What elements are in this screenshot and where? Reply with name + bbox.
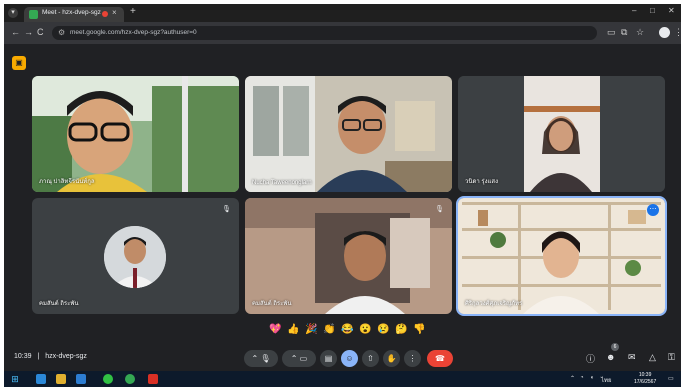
reaction-heart[interactable]: 💖	[269, 324, 281, 336]
camera-button[interactable]: ⌃ ▭	[282, 350, 316, 367]
screen: ▾ Meet - hzx-dvep-sgz × + – □ ✕ ← → C ⚙ …	[4, 4, 681, 387]
tab-close-icon[interactable]: ×	[112, 8, 117, 17]
clock-time: 10:39	[638, 372, 652, 378]
meeting-separator: |	[37, 353, 40, 360]
notifications-icon[interactable]: ▭	[668, 375, 674, 382]
browser-toolbar: ← → C ⚙ meet.google.com/hzx-dvep-sgz?aut…	[4, 22, 681, 44]
meeting-controls-bar: 10:39 | hzx-dvep-sgz ⌃ 🎙 ⌃ ▭ ▤ ☺ ⇧ ✋ ⋮ ☎…	[4, 343, 681, 371]
system-clock[interactable]: 10:39 17/6/2567	[634, 372, 656, 386]
site-info-icon[interactable]: ⚙	[58, 28, 65, 37]
participant-name: Nucha Taweenonglarn	[252, 180, 312, 186]
participant-tile-active[interactable]: ⋯ ศิริกุลวงศ์ศุภเจริญภัทร	[456, 196, 667, 316]
reactions-button[interactable]: ☺	[341, 350, 358, 367]
participant-tile[interactable]: ภาณุ ปาลิทจีรนันท์กูล	[32, 76, 239, 192]
mic-muted-icon: 🎙	[222, 206, 231, 213]
acrobat-icon[interactable]	[148, 374, 158, 384]
raise-hand-button[interactable]: ✋	[383, 350, 400, 367]
back-button[interactable]: ←	[11, 27, 20, 37]
profile-avatar[interactable]	[659, 27, 670, 38]
meeting-details-icon[interactable]: ⓘ	[586, 352, 595, 365]
participant-name: คมสันต์ ถิระพัน	[252, 301, 292, 307]
line-app-icon[interactable]	[103, 374, 113, 384]
windows-start-icon[interactable]: ⊞	[10, 374, 20, 384]
chrome-icon[interactable]	[125, 374, 135, 384]
close-window-button[interactable]: ✕	[668, 6, 675, 15]
participant-tile[interactable]: 🎙 คมสันต์ ถิระพัน	[32, 198, 239, 314]
leave-call-button[interactable]: ☎	[427, 350, 453, 367]
maximize-button[interactable]: □	[650, 6, 655, 15]
meeting-info: 10:39 | hzx-dvep-sgz	[14, 353, 87, 360]
meet-favicon-icon	[29, 10, 38, 19]
camera-permission-icon[interactable]: ▭	[607, 27, 616, 38]
participant-avatar	[104, 226, 166, 288]
tab-search-menu-icon[interactable]: ▾	[8, 8, 18, 18]
browser-tab-strip: ▾ Meet - hzx-dvep-sgz × + – □ ✕	[4, 4, 681, 22]
os-taskbar: ⊞ ⌃ ◔ ◖ ไทย 10:39 17/6/2567 ▭	[4, 371, 681, 387]
bookmark-star-icon[interactable]: ☆	[636, 27, 644, 38]
reaction-thumbs-up[interactable]: 👍	[287, 324, 299, 336]
participant-video	[32, 76, 239, 192]
address-bar[interactable]: ⚙ meet.google.com/hzx-dvep-sgz?authuser=…	[52, 26, 597, 40]
more-options-button[interactable]: ⋮	[404, 350, 421, 367]
people-count-badge: 6	[611, 343, 619, 351]
browser-tab-meet[interactable]: Meet - hzx-dvep-sgz ×	[24, 7, 124, 22]
reaction-party[interactable]: 🎉	[305, 324, 317, 336]
chrome-menu-icon[interactable]: ⋮	[674, 27, 681, 38]
tray-chevron-icon[interactable]: ⌃	[570, 375, 575, 382]
participant-name: ภาณุ ปาลิทจีรนันท์กูล	[39, 179, 95, 185]
participant-name: วนิดา รุ่งแสง	[465, 179, 499, 185]
file-explorer-icon[interactable]	[56, 374, 66, 384]
participant-video	[458, 198, 665, 314]
address-url: meet.google.com/hzx-dvep-sgz?authuser=0	[70, 29, 197, 36]
reaction-laugh[interactable]: 😂	[341, 324, 353, 336]
captions-button[interactable]: ▤	[320, 350, 337, 367]
store-icon[interactable]	[76, 374, 86, 384]
forward-button[interactable]: →	[24, 27, 33, 37]
volume-icon[interactable]: ◖	[590, 375, 594, 381]
participant-video	[245, 198, 452, 314]
tab-title: Meet - hzx-dvep-sgz	[42, 9, 101, 16]
microphone-button[interactable]: ⌃ 🎙	[244, 350, 278, 367]
more-options-icon[interactable]: ⋯	[647, 204, 659, 216]
new-tab-button[interactable]: +	[130, 6, 136, 17]
recording-indicator-icon	[102, 11, 108, 17]
participant-tile[interactable]: วนิดา รุ่งแสง	[458, 76, 665, 192]
participant-video	[245, 76, 452, 192]
chat-icon[interactable]: ✉	[628, 352, 636, 363]
reaction-surprised[interactable]: 😮	[359, 324, 371, 336]
participant-name: คมสันต์ ถิระพัน	[39, 301, 79, 307]
participant-tile[interactable]: Nucha Taweenonglarn	[245, 76, 452, 192]
language-indicator[interactable]: ไทย	[601, 375, 612, 385]
people-icon[interactable]: ☻	[606, 352, 615, 362]
activities-icon[interactable]: △	[649, 352, 656, 363]
activities-icon[interactable]: ▣	[12, 56, 26, 70]
reaction-thinking[interactable]: 🤔	[395, 324, 407, 336]
meet-stage: ▣ ภาณุ ปาลิทจีรนันท์กูล Nucha Taweenongl…	[4, 44, 681, 347]
participant-tile[interactable]: 🎙 คมสันต์ ถิระพัน	[245, 198, 452, 314]
reaction-clap[interactable]: 👏	[323, 324, 335, 336]
wifi-icon[interactable]: ◔	[580, 375, 584, 381]
reload-button[interactable]: C	[37, 27, 44, 37]
install-app-icon[interactable]: ⧉	[621, 27, 627, 38]
meeting-time: 10:39	[14, 353, 32, 360]
clock-date: 17/6/2567	[634, 379, 657, 385]
meeting-code: hzx-dvep-sgz	[45, 353, 87, 360]
host-controls-icon[interactable]: ⚿	[668, 352, 675, 363]
participant-name: ศิริกุลวงศ์ศุภเจริญภัทร	[465, 301, 523, 307]
reaction-thumbs-down[interactable]: 👎	[413, 324, 425, 336]
reaction-sad[interactable]: 😢	[377, 324, 389, 336]
edge-icon[interactable]	[36, 374, 46, 384]
present-screen-button[interactable]: ⇧	[362, 350, 379, 367]
minimize-button[interactable]: –	[632, 6, 636, 15]
participant-video	[458, 76, 665, 192]
mic-muted-icon: 🎙	[435, 206, 444, 213]
